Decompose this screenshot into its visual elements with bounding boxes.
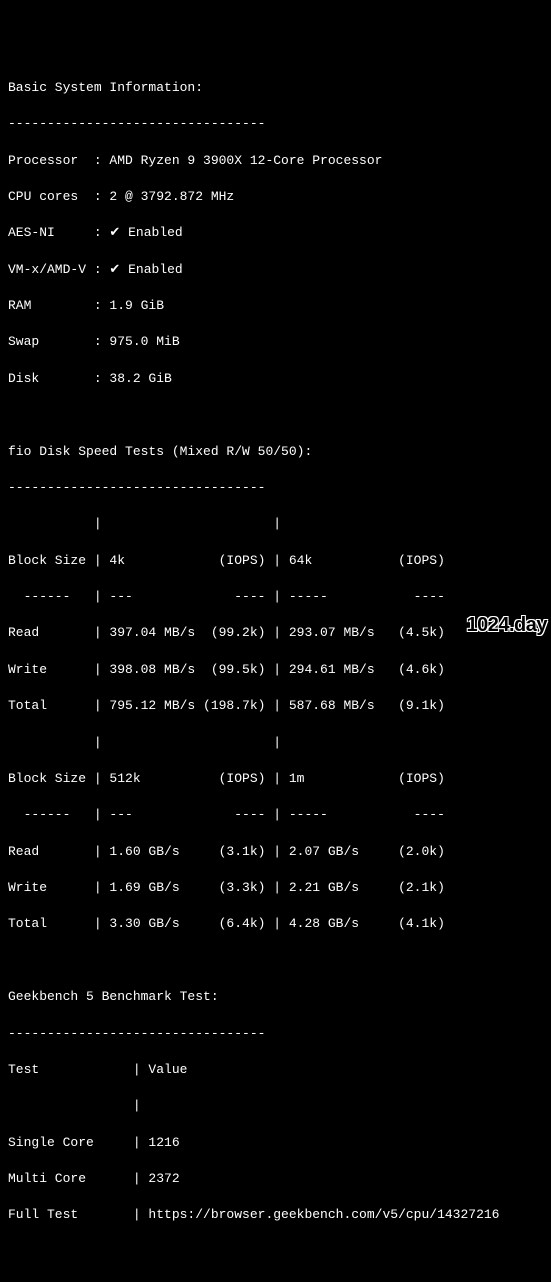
sys-row: VM-x/AMD-V : ✔ Enabled (8, 261, 543, 279)
fio-row: Read | 1.60 GB/s (3.1k) | 2.07 GB/s (2.0… (8, 843, 543, 861)
fio-row: Total | 795.12 MB/s (198.7k) | 587.68 MB… (8, 697, 543, 715)
gb-header: Test | Value (8, 1061, 543, 1079)
blank (8, 406, 543, 424)
fio-dashes: ------ | --- ---- | ----- ---- (8, 806, 543, 824)
blank (8, 952, 543, 970)
fio-blankpipe: | | (8, 734, 543, 752)
sys-row: Processor : AMD Ryzen 9 3900X 12-Core Pr… (8, 152, 543, 170)
sys-row: RAM : 1.9 GiB (8, 297, 543, 315)
gb-row: Full Test | https://browser.geekbench.co… (8, 1206, 543, 1224)
fio-header: Block Size | 512k (IOPS) | 1m (IOPS) (8, 770, 543, 788)
fio-row: Total | 3.30 GB/s (6.4k) | 4.28 GB/s (4.… (8, 915, 543, 933)
fio-row: Read | 397.04 MB/s (99.2k) | 293.07 MB/s… (8, 624, 543, 642)
sys-row: Swap : 975.0 MiB (8, 333, 543, 351)
fio-rule: --------------------------------- (8, 479, 543, 497)
gb-blankpipe: | (8, 1097, 543, 1115)
fio-dashes: ------ | --- ---- | ----- ---- (8, 588, 543, 606)
fio-header: Block Size | 4k (IOPS) | 64k (IOPS) (8, 552, 543, 570)
gb-row: Single Core | 1216 (8, 1134, 543, 1152)
fio-title: fio Disk Speed Tests (Mixed R/W 50/50): (8, 443, 543, 461)
gb-title: Geekbench 5 Benchmark Test: (8, 988, 543, 1006)
sys-rule: --------------------------------- (8, 115, 543, 133)
watermark: 1024.day (466, 611, 547, 639)
sys-row: AES-NI : ✔ Enabled (8, 224, 543, 242)
sys-title: Basic System Information: (8, 79, 543, 97)
gb-row: Multi Core | 2372 (8, 1170, 543, 1188)
sys-row: CPU cores : 2 @ 3792.872 MHz (8, 188, 543, 206)
fio-row: Write | 398.08 MB/s (99.5k) | 294.61 MB/… (8, 661, 543, 679)
gb-rule: --------------------------------- (8, 1025, 543, 1043)
fio-blankpipe: | | (8, 515, 543, 533)
sys-row: Disk : 38.2 GiB (8, 370, 543, 388)
fio-row: Write | 1.69 GB/s (3.3k) | 2.21 GB/s (2.… (8, 879, 543, 897)
